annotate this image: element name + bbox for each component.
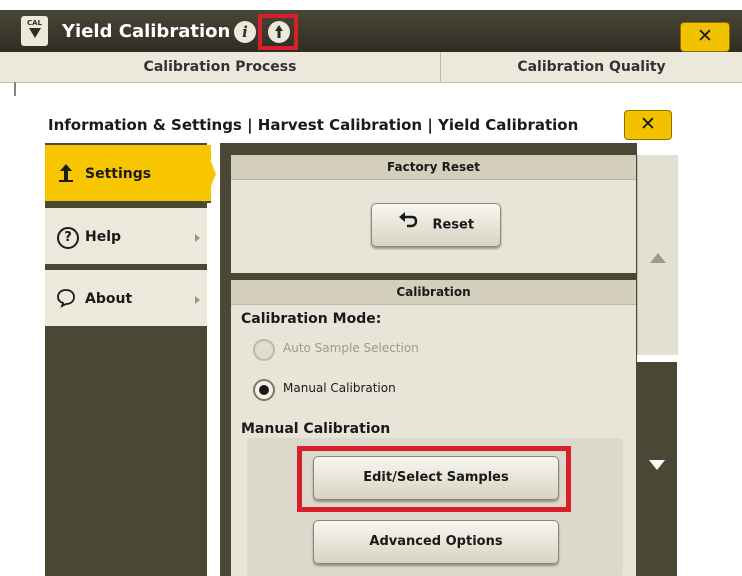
about-icon [55,288,77,310]
calibration-panel: Calibration Calibration Mode: Auto Sampl… [231,280,636,576]
close-button-background[interactable]: ✕ [680,22,730,52]
chevron-right-icon [195,296,200,304]
reset-button-label: Reset [432,217,475,233]
reset-button[interactable]: Reset [371,203,501,247]
selected-tab-pointer [204,145,216,203]
manual-calibration-label: Manual Calibration [241,421,391,437]
radio-button[interactable] [253,379,275,401]
highlight-box-info-settings [258,14,298,50]
settings-icon [55,163,77,185]
undo-icon [398,204,418,246]
help-icon: ? [57,227,79,249]
radio-button [253,339,275,361]
scroll-up-button[interactable] [637,155,678,355]
radio-label: Auto Sample Selection [283,341,419,355]
triangle-up-icon [650,253,666,263]
sidebar-item-settings[interactable]: Settings [45,145,211,203]
calibration-app-icon: CAL [21,16,48,46]
calibration-icon-label: CAL [26,19,42,27]
calibration-tabs: Calibration Process Calibration Quality [0,52,742,83]
calibration-mode-label: Calibration Mode: [241,311,382,327]
chevron-right-icon [195,234,200,242]
window-breadcrumb-title: Information & Settings | Harvest Calibra… [48,116,579,134]
factory-reset-header: Factory Reset [231,155,636,180]
factory-reset-panel: Factory Reset Reset [231,155,636,273]
yield-calibration-title: Yield Calibration [62,21,231,42]
info-icon[interactable]: i [234,21,256,43]
triangle-down-icon [649,460,665,470]
sidebar-item-label: Help [85,229,122,245]
calibration-header: Calibration [231,280,636,305]
radio-label: Manual Calibration [283,381,396,395]
highlight-box-edit-samples [297,446,571,512]
advanced-options-button[interactable]: Advanced Options [313,520,559,564]
sidebar-item-help[interactable]: ? Help [45,208,207,266]
down-arrow-icon [28,28,41,38]
close-button[interactable]: ✕ [624,110,672,140]
tab-calibration-quality[interactable]: Calibration Quality [441,52,742,82]
tab-calibration-process[interactable]: Calibration Process [0,52,441,82]
sidebar-item-label: About [85,291,133,307]
sidebar-item-about[interactable]: About [45,270,207,328]
scroll-down-button[interactable] [637,362,677,576]
sidebar-item-label: Settings [85,166,152,182]
divider [14,82,16,96]
